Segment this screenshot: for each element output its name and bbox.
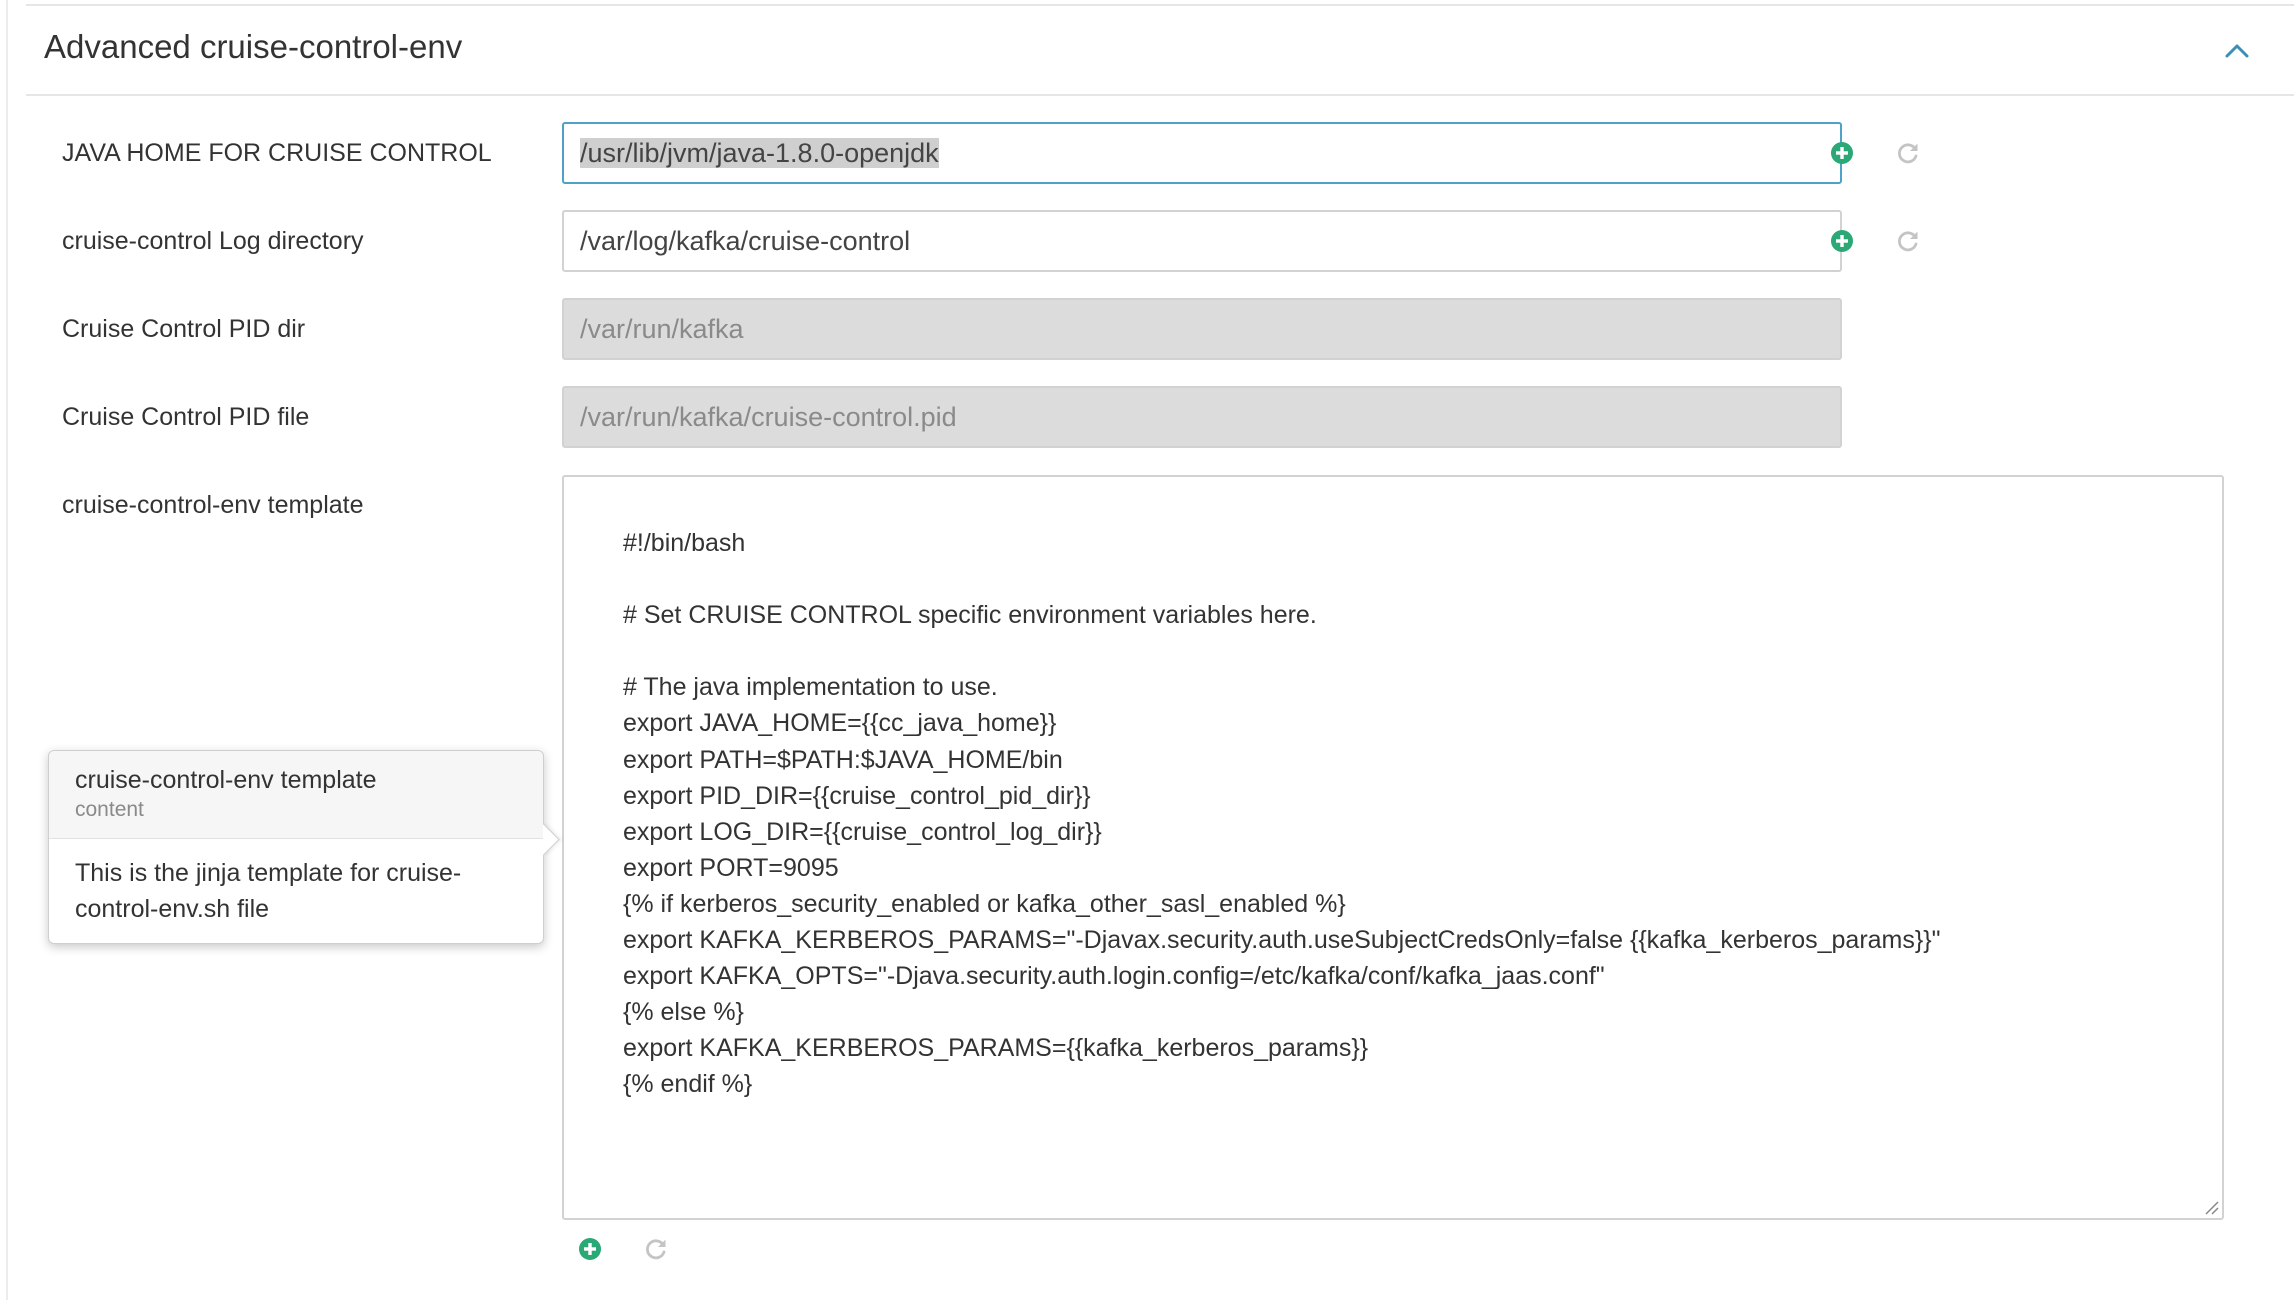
help-popover: cruise-control-env template content This… xyxy=(48,750,560,944)
plus-circle-icon[interactable] xyxy=(577,1236,603,1262)
refresh-icon[interactable] xyxy=(1895,140,1921,166)
pid-file-value: /var/run/kafka/cruise-control.pid xyxy=(580,402,957,432)
java-home-input[interactable]: /usr/lib/jvm/java-1.8.0-openjdk xyxy=(562,122,1842,184)
pid-dir-input: /var/run/kafka xyxy=(562,298,1842,360)
java-home-label: JAVA HOME FOR CRUISE CONTROL xyxy=(62,139,492,167)
left-border xyxy=(6,0,8,1300)
log-dir-value: /var/log/kafka/cruise-control xyxy=(580,226,911,256)
section-title: Advanced cruise-control-env xyxy=(44,28,463,65)
template-textarea[interactable]: #!/bin/bash # Set CRUISE CONTROL specifi… xyxy=(562,475,2224,1220)
log-dir-input[interactable]: /var/log/kafka/cruise-control xyxy=(562,210,1842,272)
popover-header: cruise-control-env template content xyxy=(49,751,543,839)
refresh-icon[interactable] xyxy=(1895,228,1921,254)
resize-handle-icon[interactable] xyxy=(2202,1198,2220,1216)
java-home-value: /usr/lib/jvm/java-1.8.0-openjdk xyxy=(580,138,939,168)
section-header[interactable]: Advanced cruise-control-env xyxy=(26,6,2294,96)
plus-circle-icon[interactable] xyxy=(1829,140,1855,166)
pid-dir-label: Cruise Control PID dir xyxy=(62,315,306,343)
popover-body: This is the jinja template for cruise-co… xyxy=(75,859,462,923)
pid-dir-value: /var/run/kafka xyxy=(580,314,744,344)
template-content: #!/bin/bash # Set CRUISE CONTROL specifi… xyxy=(623,529,1941,1099)
refresh-icon[interactable] xyxy=(643,1236,669,1262)
plus-circle-icon[interactable] xyxy=(1829,228,1855,254)
popover-subtitle: content xyxy=(75,798,144,821)
chevron-up-icon[interactable] xyxy=(2222,38,2252,62)
template-label: cruise-control-env template xyxy=(62,491,364,519)
pid-file-input: /var/run/kafka/cruise-control.pid xyxy=(562,386,1842,448)
popover-title: cruise-control-env template xyxy=(75,766,377,794)
pid-file-label: Cruise Control PID file xyxy=(62,403,310,431)
log-dir-label: cruise-control Log directory xyxy=(62,227,364,255)
